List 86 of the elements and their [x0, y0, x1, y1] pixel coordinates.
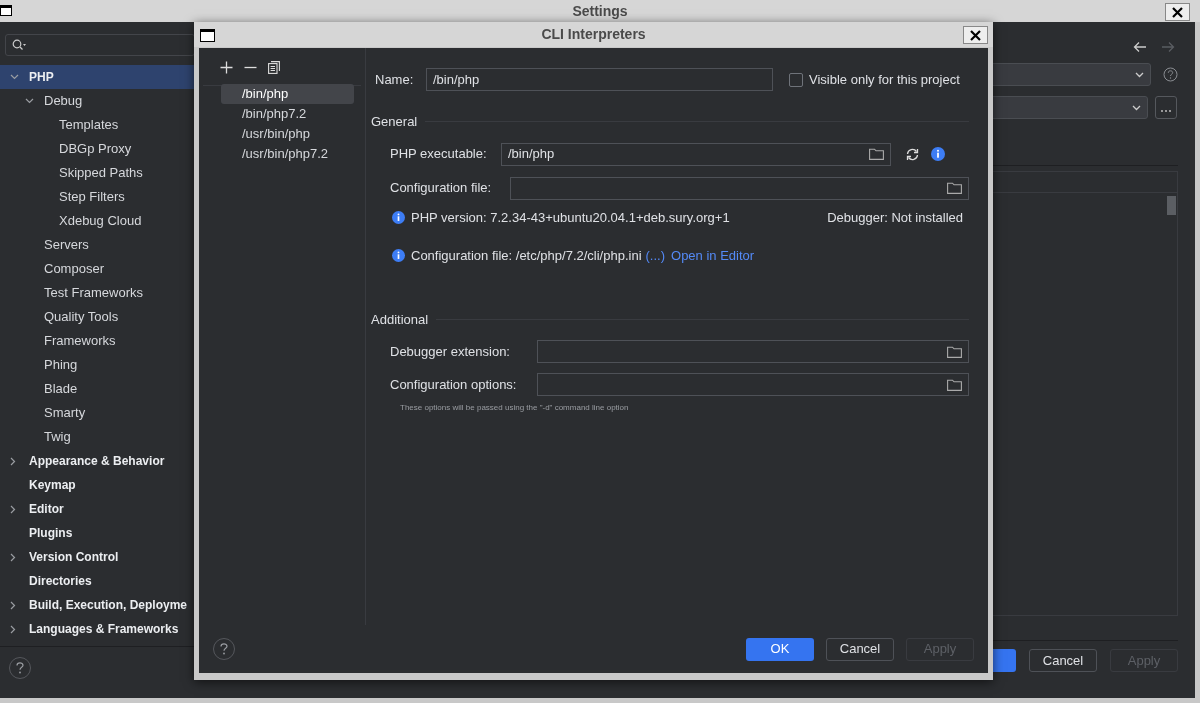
- debugger-extension-field[interactable]: [537, 340, 969, 363]
- window-menu-icon[interactable]: [200, 29, 215, 42]
- search-field[interactable]: [5, 34, 195, 56]
- name-label: Name:: [375, 70, 415, 89]
- back-arrow-icon[interactable]: [1133, 41, 1147, 53]
- configuration-file-text: Configuration file: /etc/php/7.2/cli/php.ini: [411, 247, 642, 265]
- tree-item[interactable]: Xdebug Cloud: [0, 209, 195, 233]
- dialog-button[interactable]: Cancel: [826, 637, 894, 661]
- hint-text: These options will be passed using the "-d" command line option: [399, 402, 630, 414]
- expand-path-link[interactable]: (...): [645, 246, 666, 266]
- close-button[interactable]: [963, 26, 988, 44]
- tree-item[interactable]: Languages & Frameworks: [0, 617, 195, 641]
- tree-item[interactable]: Phing: [0, 353, 195, 377]
- chevron-down-icon: [1132, 104, 1141, 111]
- window-title: Settings: [572, 1, 628, 21]
- chevron-right-icon[interactable]: [10, 504, 16, 514]
- help-icon[interactable]: [1163, 67, 1178, 82]
- name-field[interactable]: /bin/php: [426, 68, 773, 91]
- chevron-down-icon[interactable]: [25, 98, 34, 104]
- window-menu-icon[interactable]: [0, 5, 12, 16]
- folder-icon[interactable]: [947, 182, 962, 194]
- chevron-right-icon[interactable]: [10, 600, 16, 610]
- tree-item[interactable]: Skipped Paths: [0, 161, 195, 185]
- configuration-file-field[interactable]: [510, 176, 969, 200]
- interpreter-item[interactable]: /usr/bin/php7.2: [221, 144, 354, 164]
- tree-item[interactable]: Blade: [0, 377, 195, 401]
- field-label: Configuration options:: [390, 375, 518, 394]
- tree-item[interactable]: Debug: [0, 89, 195, 113]
- field-label: Configuration file:: [390, 179, 493, 198]
- tree-item[interactable]: Step Filters: [0, 185, 195, 209]
- tree-item[interactable]: Servers: [0, 233, 195, 257]
- field-value: /bin/php: [508, 145, 555, 164]
- info-icon[interactable]: [931, 147, 945, 161]
- configuration-options-field[interactable]: [537, 373, 969, 396]
- field-label: PHP executable:: [390, 145, 488, 164]
- chevron-right-icon[interactable]: [10, 552, 16, 562]
- tree-item[interactable]: DBGp Proxy: [0, 137, 195, 161]
- interpreter-item[interactable]: /usr/bin/php: [221, 124, 354, 144]
- section-title: General: [371, 113, 418, 131]
- tree-item[interactable]: Smarty: [0, 401, 195, 425]
- close-button[interactable]: [1165, 3, 1190, 21]
- dialog-button[interactable]: OK: [746, 637, 814, 661]
- php-executable-field[interactable]: /bin/php: [501, 142, 891, 166]
- info-icon: [392, 249, 405, 263]
- chevron-right-icon[interactable]: [10, 456, 16, 466]
- tree-item[interactable]: Templates: [0, 113, 195, 137]
- tree-item[interactable]: Frameworks: [0, 329, 195, 353]
- tree-item[interactable]: Test Frameworks: [0, 281, 195, 305]
- field-label: Debugger extension:: [390, 342, 511, 361]
- more-button[interactable]: [1155, 96, 1177, 119]
- dialog-button[interactable]: Cancel: [1029, 649, 1097, 672]
- open-in-editor-link[interactable]: Open in Editor: [671, 246, 755, 266]
- interpreter-item[interactable]: /bin/php7.2: [221, 104, 354, 124]
- tree-item[interactable]: PHP: [0, 65, 195, 89]
- dialog-title: CLI Interpreters: [541, 25, 646, 44]
- php-version-text: PHP version: 7.2.34-43+ubuntu20.04.1+deb.sury.org+1: [411, 208, 730, 227]
- refresh-icon[interactable]: [905, 147, 920, 161]
- tree-item[interactable]: Twig: [0, 425, 195, 449]
- tree-item[interactable]: Editor: [0, 497, 195, 521]
- info-icon: [392, 210, 405, 224]
- search-icon: [12, 39, 26, 51]
- copy-icon[interactable]: [268, 60, 280, 74]
- close-icon: [1172, 6, 1183, 18]
- add-icon[interactable]: [220, 60, 233, 74]
- checkbox-label: Visible only for this project: [809, 70, 960, 89]
- tree-item[interactable]: Version Control: [0, 545, 195, 569]
- folder-icon[interactable]: [869, 148, 884, 160]
- tree-item[interactable]: Plugins: [0, 521, 195, 545]
- chevron-down-icon[interactable]: [10, 74, 19, 80]
- name-value: /bin/php: [433, 70, 480, 89]
- tree-item[interactable]: Directories: [0, 569, 195, 593]
- tree-item[interactable]: Quality Tools: [0, 305, 195, 329]
- folder-icon[interactable]: [947, 378, 962, 391]
- close-icon: [970, 29, 981, 41]
- folder-icon[interactable]: [947, 345, 962, 358]
- interpreter-item[interactable]: /bin/php: [221, 84, 354, 104]
- scrollbar-thumb[interactable]: [1167, 196, 1176, 215]
- chevron-right-icon[interactable]: [10, 624, 16, 634]
- tree-item[interactable]: Composer: [0, 257, 195, 281]
- checkbox[interactable]: [789, 72, 803, 87]
- chevron-down-icon: [1135, 71, 1144, 78]
- debugger-status: Debugger: Not installed: [827, 208, 963, 227]
- tree-item[interactable]: Build, Execution, Deployme: [0, 593, 195, 617]
- section-title: Additional: [371, 310, 429, 329]
- tree-item[interactable]: Appearance & Behavior: [0, 449, 195, 473]
- tree-item[interactable]: Keymap: [0, 473, 195, 497]
